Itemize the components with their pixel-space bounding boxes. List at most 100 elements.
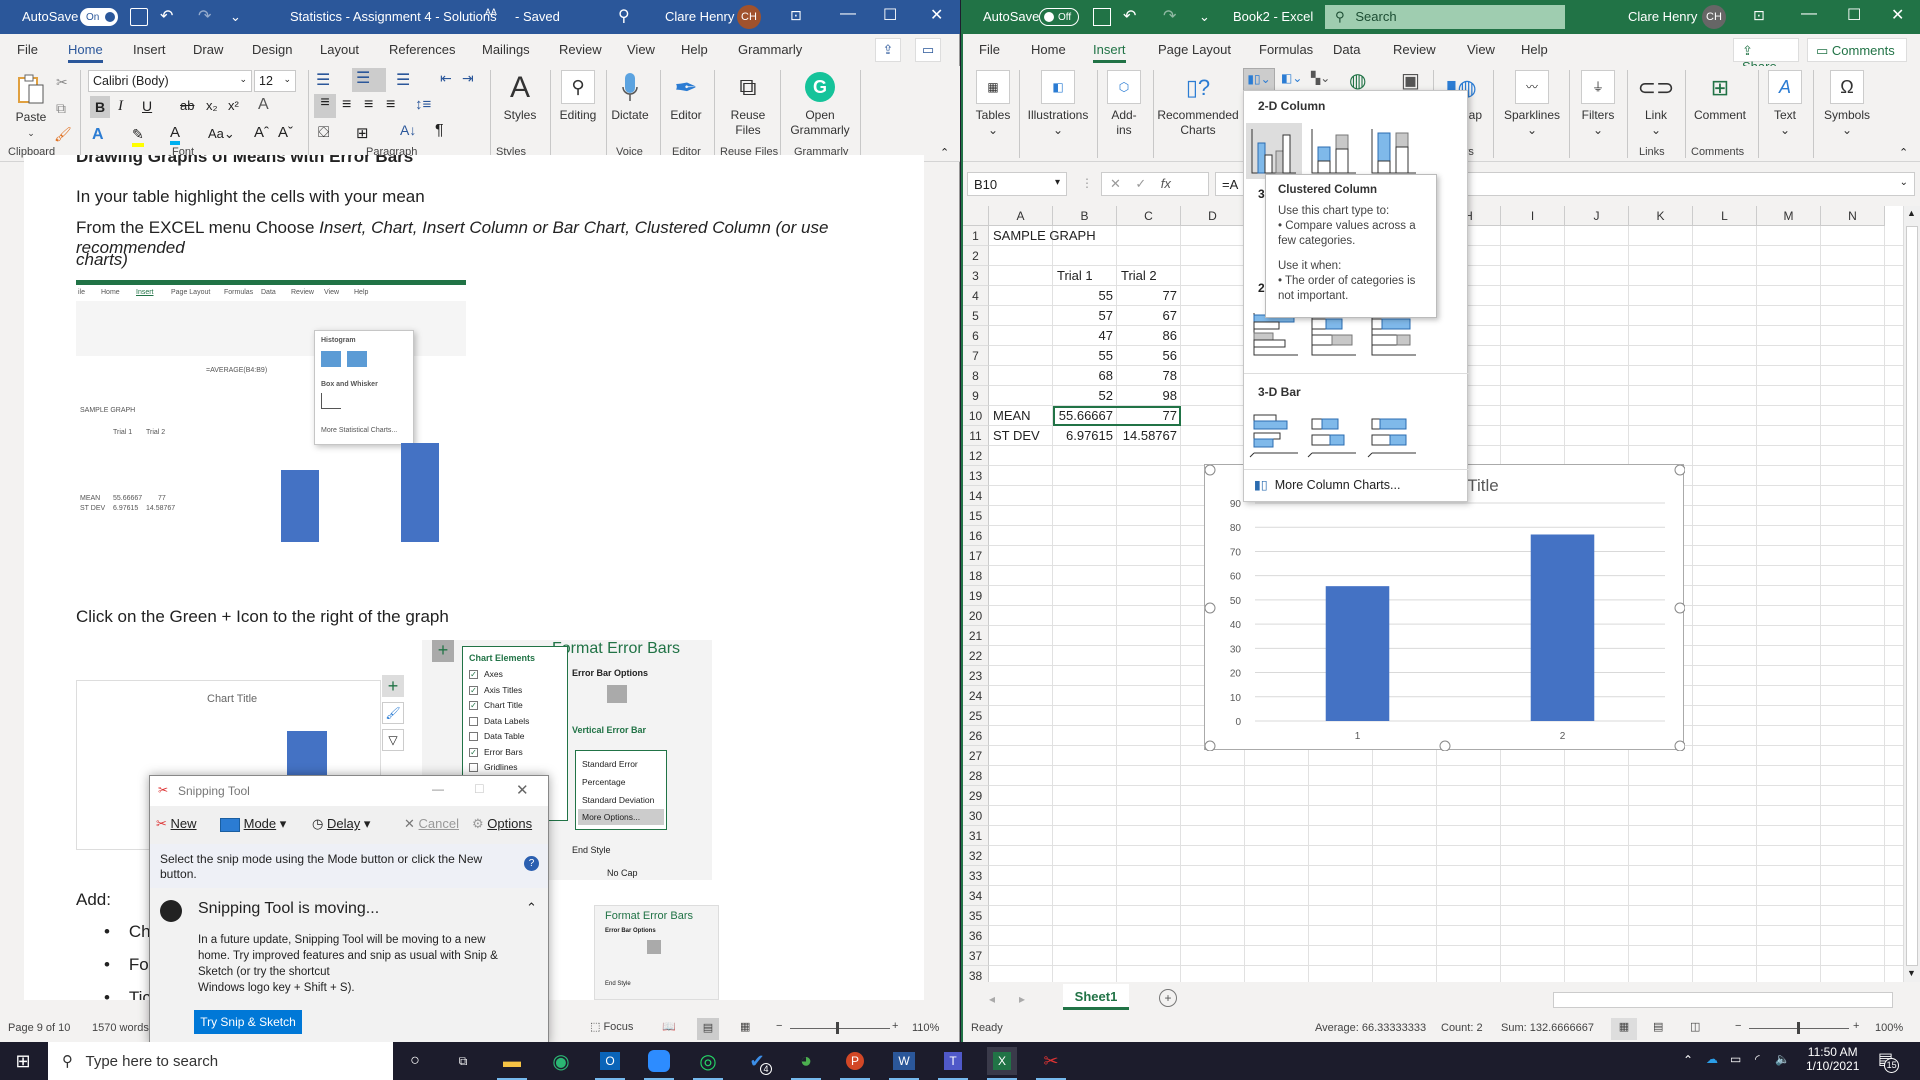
zoom-slider-thumb[interactable] bbox=[1797, 1022, 1800, 1034]
more-column-charts-item[interactable]: ▮▯ More Column Charts... bbox=[1254, 477, 1464, 497]
zoom-in-button[interactable]: + bbox=[892, 1020, 898, 1032]
wifi-icon[interactable]: ◜ bbox=[1755, 1052, 1760, 1066]
row-header[interactable]: 22 bbox=[963, 646, 989, 666]
user-name[interactable]: Clare Henry bbox=[665, 9, 734, 24]
tab-review[interactable]: Review bbox=[559, 42, 602, 57]
show-formatting-icon[interactable]: ¶ bbox=[435, 122, 444, 140]
ribbon-display-icon[interactable]: ⊡ bbox=[790, 7, 802, 24]
resize-handle[interactable] bbox=[1204, 464, 1216, 476]
snip-options-button[interactable]: ⚙ Options bbox=[472, 816, 532, 832]
cut-icon[interactable]: ✂ bbox=[56, 74, 68, 91]
chart-elements-plus-icon[interactable]: + bbox=[382, 675, 404, 697]
tables-button[interactable]: ▦ Tables ⌄ bbox=[971, 70, 1015, 138]
3d-100-stacked-bar-option[interactable] bbox=[1366, 409, 1422, 459]
strikethrough-button[interactable]: ab bbox=[180, 98, 194, 113]
row-header[interactable]: 7 bbox=[963, 346, 989, 366]
resize-handle[interactable] bbox=[1674, 602, 1686, 614]
undo-icon[interactable]: ↶ bbox=[1123, 6, 1136, 26]
zoom-out-button[interactable]: − bbox=[1735, 1020, 1741, 1032]
close-button[interactable]: ✕ bbox=[930, 5, 943, 25]
row-header[interactable]: 8 bbox=[963, 366, 989, 386]
cell[interactable]: 47 bbox=[1053, 326, 1117, 346]
collapse-ribbon-icon[interactable]: ⌃ bbox=[940, 146, 949, 159]
close-button[interactable]: ✕ bbox=[1891, 5, 1904, 25]
excel-icon[interactable]: X bbox=[987, 1047, 1017, 1080]
tab-help[interactable]: Help bbox=[681, 42, 708, 57]
sheet-tab-sheet1[interactable]: Sheet1 bbox=[1063, 984, 1129, 1010]
stacked-column-option[interactable] bbox=[1306, 123, 1362, 179]
chart-object[interactable]: Chart Title010203040506070809012 bbox=[1204, 464, 1686, 752]
tab-file[interactable]: File bbox=[979, 42, 1000, 57]
scroll-sheets-right-icon[interactable]: ▸ bbox=[1019, 992, 1025, 1006]
row-header[interactable]: 21 bbox=[963, 626, 989, 646]
edge-icon[interactable]: ◉ bbox=[546, 1047, 576, 1075]
row-header[interactable]: 4 bbox=[963, 286, 989, 306]
cancel-entry-icon[interactable]: ✕ bbox=[1110, 176, 1121, 191]
comments-icon[interactable]: ▭ bbox=[915, 38, 941, 62]
collapse-notice-icon[interactable]: ⌃ bbox=[526, 900, 537, 916]
tab-mailings[interactable]: Mailings bbox=[482, 42, 530, 57]
resize-handle[interactable] bbox=[1674, 464, 1686, 476]
column-header[interactable]: K bbox=[1629, 206, 1693, 226]
page-break-view-icon[interactable]: ◫ bbox=[1690, 1020, 1700, 1033]
highlight-color-icon[interactable]: ✎ bbox=[132, 126, 144, 147]
align-center-button[interactable]: ≡ bbox=[342, 96, 351, 114]
justify-button[interactable]: ≡ bbox=[386, 96, 395, 114]
cell[interactable]: Trial 1 bbox=[1053, 266, 1117, 286]
column-header[interactable]: C bbox=[1117, 206, 1181, 226]
row-header[interactable]: 17 bbox=[963, 546, 989, 566]
maximize-button[interactable]: ☐ bbox=[883, 5, 897, 25]
cell[interactable]: 57 bbox=[1053, 306, 1117, 326]
zoom-in-button[interactable]: + bbox=[1853, 1020, 1859, 1032]
outlook-icon[interactable]: O bbox=[595, 1047, 625, 1080]
font-name-input[interactable]: Calibri (Body) ⌄ bbox=[88, 70, 252, 92]
row-header[interactable]: 16 bbox=[963, 526, 989, 546]
row-header[interactable]: 36 bbox=[963, 926, 989, 946]
text-effects-icon[interactable]: A bbox=[92, 126, 104, 144]
row-header[interactable]: 30 bbox=[963, 806, 989, 826]
align-left-button[interactable]: ≡ bbox=[314, 94, 336, 118]
sparklines-button[interactable]: 〰 Sparklines ⌄ bbox=[1499, 70, 1565, 138]
start-button[interactable]: ⊞ bbox=[8, 1047, 38, 1075]
confirm-entry-icon[interactable]: ✓ bbox=[1135, 176, 1146, 191]
autosave-toggle[interactable]: On bbox=[80, 8, 118, 26]
open-grammarly-button[interactable]: G Open Grammarly bbox=[784, 70, 856, 138]
row-header[interactable]: 33 bbox=[963, 866, 989, 886]
cell[interactable]: 55 bbox=[1053, 286, 1117, 306]
row-header[interactable]: 38 bbox=[963, 966, 989, 982]
text-button[interactable]: A Text ⌄ bbox=[1763, 70, 1807, 138]
decrease-indent-icon[interactable]: ⇤ bbox=[440, 70, 452, 87]
styles-button[interactable]: A Styles bbox=[496, 70, 544, 123]
customize-qat-icon[interactable]: ⌄ bbox=[1199, 9, 1210, 25]
normal-view-icon[interactable]: ▦ bbox=[1611, 1018, 1637, 1040]
minimize-button[interactable]: — bbox=[840, 5, 856, 23]
row-header[interactable]: 5 bbox=[963, 306, 989, 326]
undo-icon[interactable]: ↶ bbox=[160, 6, 173, 26]
editor-button[interactable]: ✒ Editor bbox=[664, 70, 708, 123]
italic-button[interactable]: I bbox=[118, 98, 123, 115]
recommended-charts-button[interactable]: ▯? Recommended Charts bbox=[1155, 70, 1241, 138]
user-avatar[interactable]: CH bbox=[1702, 5, 1726, 29]
3d-stacked-bar-option[interactable] bbox=[1306, 409, 1362, 459]
row-header[interactable]: 34 bbox=[963, 886, 989, 906]
column-header[interactable]: N bbox=[1821, 206, 1885, 226]
volume-icon[interactable]: 🔈 bbox=[1775, 1052, 1790, 1066]
autosave-toggle[interactable]: Off bbox=[1039, 8, 1079, 26]
battery-icon[interactable]: ▭ bbox=[1730, 1052, 1741, 1066]
maximize-button[interactable]: ☐ bbox=[1847, 5, 1861, 25]
user-avatar[interactable]: CH bbox=[737, 5, 761, 29]
cell[interactable]: 52 bbox=[1053, 386, 1117, 406]
comment-button[interactable]: ⊞ Comment bbox=[1689, 70, 1751, 123]
row-header[interactable]: 14 bbox=[963, 486, 989, 506]
grow-font-icon[interactable]: Aˆ bbox=[254, 124, 269, 141]
column-header[interactable]: I bbox=[1501, 206, 1565, 226]
cell[interactable]: Trial 2 bbox=[1117, 266, 1181, 286]
addins-button[interactable]: ⬡ Add-ins bbox=[1101, 70, 1147, 138]
underline-button[interactable]: U bbox=[142, 98, 152, 114]
tab-references[interactable]: References bbox=[389, 42, 455, 57]
row-header[interactable]: 13 bbox=[963, 466, 989, 486]
cell[interactable]: 98 bbox=[1117, 386, 1181, 406]
file-explorer-icon[interactable]: ▬ bbox=[497, 1047, 527, 1080]
column-header[interactable]: L bbox=[1693, 206, 1757, 226]
clear-formatting-icon[interactable]: A bbox=[258, 96, 269, 114]
